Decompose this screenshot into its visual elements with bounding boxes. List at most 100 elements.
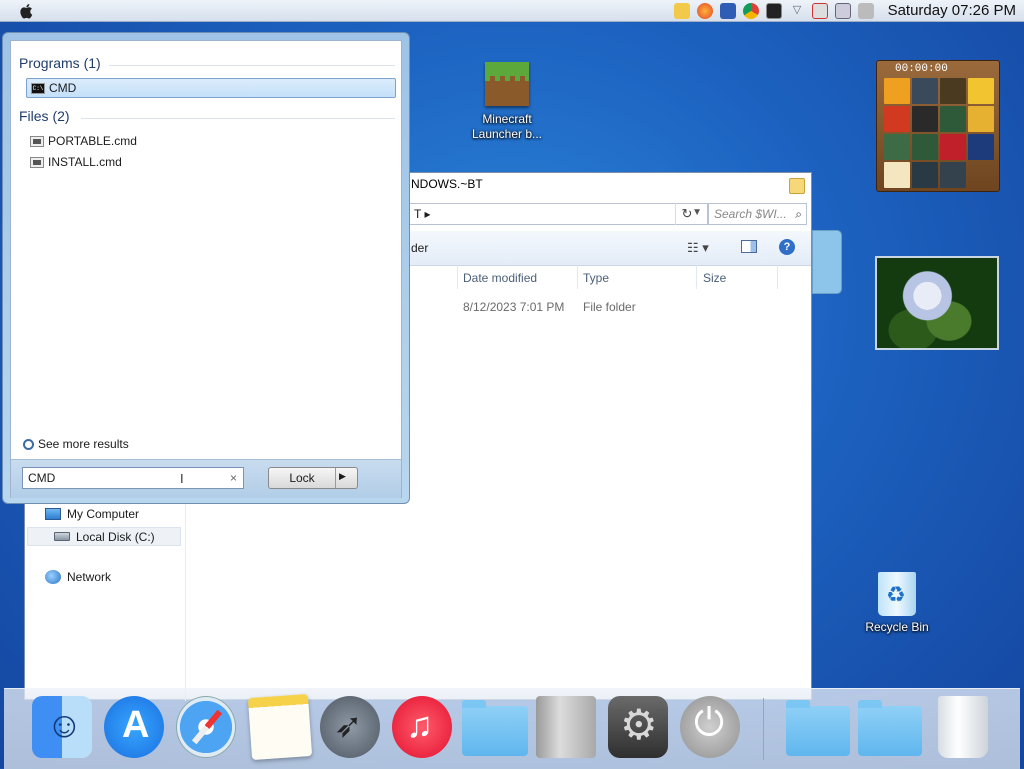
result-portable-cmd[interactable]: PORTABLE.cmd <box>26 131 396 151</box>
address-bar[interactable]: T ▸ ▼ <box>409 203 709 225</box>
computer-icon <box>45 508 61 520</box>
cmd-icon: C:\ <box>31 82 45 94</box>
system-tray: ▽ <box>674 3 874 19</box>
recycle-bin-shortcut[interactable]: Recycle Bin <box>858 572 936 634</box>
safari-icon[interactable] <box>176 696 236 758</box>
display-icon[interactable] <box>835 3 851 19</box>
clear-search-icon[interactable]: × <box>230 471 237 485</box>
address-text: T ▸ <box>414 207 431 221</box>
chrome-icon[interactable] <box>743 3 759 19</box>
start-menu: Programs (1) C:\ CMD Files (2) PORTABLE.… <box>2 32 410 504</box>
column-header-type[interactable]: Type <box>583 271 609 285</box>
column-divider[interactable] <box>457 265 458 289</box>
result-label: PORTABLE.cmd <box>48 134 137 148</box>
puzzle-tile[interactable] <box>884 78 910 104</box>
puzzle-tile[interactable] <box>968 106 994 132</box>
window-title: NDOWS.~BT <box>411 177 483 191</box>
minecraft-label: Minecraft Launcher b... <box>471 112 543 141</box>
downloads-folder-icon[interactable] <box>786 700 850 756</box>
folder-icon[interactable] <box>674 3 690 19</box>
column-divider[interactable] <box>696 265 697 289</box>
divider <box>109 65 395 66</box>
see-more-results-link[interactable]: See more results <box>23 437 129 451</box>
disk-icon <box>54 532 70 541</box>
puzzle-tile[interactable] <box>912 106 938 132</box>
puzzle-tile[interactable] <box>968 78 994 104</box>
mac-pro-icon[interactable] <box>536 696 596 758</box>
picture-puzzle-gadget[interactable]: 00:00:00 <box>876 60 1000 192</box>
puzzle-tile[interactable] <box>912 78 938 104</box>
views-menu-icon[interactable]: ☷ ▾ <box>687 240 709 256</box>
apple-menu-icon[interactable] <box>18 2 36 20</box>
new-folder-button[interactable]: der <box>411 241 428 255</box>
result-install-cmd[interactable]: INSTALL.cmd <box>26 152 396 172</box>
nav-local-disk[interactable]: Local Disk (C:) <box>27 527 181 546</box>
antivirus-icon[interactable] <box>720 3 736 19</box>
row-type[interactable]: File folder <box>583 300 636 314</box>
volume-muted-icon[interactable] <box>858 3 874 19</box>
puzzle-tile-empty[interactable] <box>968 162 994 188</box>
dock-divider <box>763 698 764 760</box>
puzzle-tile[interactable] <box>884 134 910 160</box>
slideshow-gadget[interactable] <box>875 256 999 350</box>
puzzle-tile[interactable] <box>884 106 910 132</box>
side-widget-tab[interactable] <box>812 230 842 294</box>
terminal-icon[interactable] <box>766 3 782 19</box>
menubar: ▽ Saturday 07:26 PM <box>0 0 1024 22</box>
folder-icon <box>789 178 805 194</box>
navigation-pane: My Computer Local Disk (C:) Network <box>25 503 186 701</box>
network-icon <box>45 570 61 584</box>
column-header-date[interactable]: Date modified <box>463 271 537 285</box>
puzzle-tile[interactable] <box>912 162 938 188</box>
puzzle-tile[interactable] <box>940 162 966 188</box>
finder-icon[interactable] <box>32 696 92 758</box>
puzzle-tile[interactable] <box>940 78 966 104</box>
preview-pane-icon[interactable] <box>741 240 757 253</box>
column-divider[interactable] <box>777 265 778 289</box>
puzzle-tile[interactable] <box>912 134 938 160</box>
files-header[interactable]: Files (2) <box>19 108 70 124</box>
row-date[interactable]: 8/12/2023 7:01 PM <box>463 300 564 314</box>
puzzle-tile[interactable] <box>940 106 966 132</box>
firefox-icon[interactable] <box>697 3 713 19</box>
puzzle-tile[interactable] <box>884 162 910 188</box>
column-header-size[interactable]: Size <box>703 271 726 285</box>
documents-folder-icon[interactable] <box>462 700 528 756</box>
puzzle-tile[interactable] <box>940 134 966 160</box>
minecraft-launcher-shortcut[interactable]: Minecraft Launcher b... <box>466 62 548 142</box>
notes-icon[interactable] <box>247 693 313 761</box>
chevron-right-icon[interactable]: ▶ <box>339 471 346 482</box>
refresh-icon[interactable]: ↻ <box>675 203 698 225</box>
see-more-label: See more results <box>38 437 129 451</box>
programs-header[interactable]: Programs (1) <box>19 55 101 71</box>
power-icon[interactable] <box>680 696 740 758</box>
search-icon <box>23 438 34 450</box>
nav-network[interactable]: Network <box>45 570 111 584</box>
nav-label: My Computer <box>67 507 140 521</box>
cmd-file-icon <box>30 135 44 147</box>
chevron-down-icon[interactable]: ▽ <box>789 3 805 19</box>
help-icon[interactable]: ? <box>779 239 795 255</box>
menubar-clock[interactable]: Saturday 07:26 PM <box>888 2 1016 19</box>
search-icon[interactable]: ⌕ <box>795 207 802 222</box>
launchpad-icon[interactable] <box>320 696 380 758</box>
music-icon[interactable] <box>392 696 452 758</box>
puzzle-tile[interactable] <box>968 134 994 160</box>
search-placeholder: Search $WI... <box>714 207 787 221</box>
lock-button[interactable]: Lock ▶ <box>268 467 358 489</box>
result-cmd[interactable]: C:\ CMD <box>26 78 396 98</box>
files-folder-icon[interactable] <box>858 700 922 756</box>
column-divider[interactable] <box>577 265 578 289</box>
system-preferences-icon[interactable] <box>608 696 668 758</box>
cmd-file-icon <box>30 156 44 168</box>
app-store-icon[interactable] <box>104 696 164 758</box>
puzzle-grid[interactable] <box>884 78 994 188</box>
network-warning-icon[interactable] <box>812 3 828 19</box>
trash-icon[interactable] <box>938 696 988 758</box>
start-search-input[interactable]: CMD I × <box>22 467 244 489</box>
nav-my-computer[interactable]: My Computer <box>45 507 139 521</box>
lock-label: Lock <box>289 471 315 485</box>
search-input[interactable]: Search $WI... ⌕ <box>707 203 807 225</box>
result-label: INSTALL.cmd <box>48 155 122 169</box>
recycle-bin-label: Recycle Bin <box>865 620 929 634</box>
